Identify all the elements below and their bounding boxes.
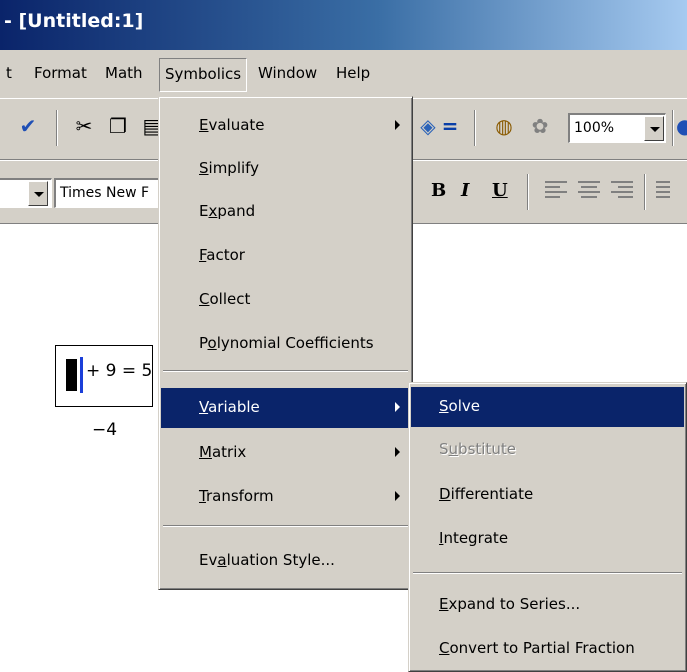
spell-check-icon[interactable]: ✔ (14, 112, 42, 140)
submenu-arrow-icon (395, 491, 400, 501)
title-bar: - [Untitled:1] (0, 0, 687, 50)
zoom-select[interactable]: 100% (568, 113, 666, 143)
solve-result: −4 (92, 420, 118, 440)
menu-separator (413, 572, 682, 574)
menu-item-matrix[interactable]: Matrix (161, 433, 410, 473)
style-select[interactable] (0, 178, 52, 208)
symbolics-menu: Evaluate Simplify Expand Factor Collect … (158, 96, 413, 590)
cut-icon[interactable]: ✂ (70, 112, 98, 140)
submenu-arrow-icon (395, 120, 400, 130)
menu-format[interactable]: Format (34, 64, 87, 82)
menu-item-expand-to-series[interactable]: Expand to Series... (411, 585, 684, 625)
font-select[interactable]: Times New F (54, 178, 164, 208)
bullet-list-icon[interactable] (656, 181, 670, 203)
menu-item-transform[interactable]: Transform (161, 477, 410, 517)
align-right-icon[interactable] (611, 181, 633, 203)
align-left-icon[interactable] (545, 181, 567, 203)
underline-button[interactable]: U (492, 180, 508, 201)
menu-item-factor[interactable]: Factor (161, 236, 410, 276)
bold-button[interactable]: B (431, 180, 446, 201)
chevron-down-icon[interactable] (644, 116, 664, 141)
menu-item-integrate[interactable]: Integrate (411, 519, 684, 559)
toolbar-separator (56, 110, 58, 146)
menu-math[interactable]: Math (105, 64, 143, 82)
font-value: Times New F (60, 185, 150, 201)
variable-submenu: Solve Substitute Differentiate Integrate… (408, 382, 687, 672)
math-region[interactable]: + 9 = 5 (55, 345, 153, 407)
menu-item-variable[interactable]: Variable (161, 388, 410, 428)
menu-item-solve[interactable]: Solve (411, 387, 684, 427)
toolbar-separator (672, 110, 674, 146)
menu-bar: t Format Math Symbolics Window Help (0, 50, 687, 98)
submenu-arrow-icon (395, 402, 400, 412)
menu-separator (163, 370, 408, 372)
equation-expression: + 9 = 5 (86, 361, 153, 381)
menu-item-simplify[interactable]: Simplify (161, 149, 410, 189)
menu-help[interactable]: Help (336, 64, 370, 82)
menu-item-differentiate[interactable]: Differentiate (411, 475, 684, 515)
selected-variable-placeholder[interactable] (66, 359, 77, 391)
component-icon[interactable]: ✿ (526, 112, 554, 140)
submenu-arrow-icon (395, 447, 400, 457)
menu-item-substitute[interactable]: Substitute (411, 430, 684, 470)
copy-icon[interactable]: ❐ (104, 112, 132, 140)
menu-separator (163, 525, 408, 527)
menu-window[interactable]: Window (258, 64, 317, 82)
menu-item-evaluate[interactable]: Evaluate (161, 106, 410, 146)
menu-file-partial[interactable]: t (6, 64, 12, 82)
menu-item-convert-to-partial-fraction[interactable]: Convert to Partial Fraction (411, 629, 684, 669)
align-center-icon[interactable] (578, 181, 600, 203)
menu-item-expand[interactable]: Expand (161, 192, 410, 232)
menu-symbolics[interactable]: Symbolics (159, 58, 248, 92)
chevron-down-icon[interactable] (28, 181, 48, 206)
resource-center-icon[interactable]: ● (676, 112, 687, 140)
window-title: - [Untitled:1] (4, 10, 144, 32)
toolbar-separator (527, 174, 529, 210)
zoom-value: 100% (574, 120, 615, 136)
toolbar-separator (474, 110, 476, 146)
menu-item-evaluation-style[interactable]: Evaluation Style... (161, 541, 410, 581)
menu-item-polynomial-coefficients[interactable]: Polynomial Coefficients (161, 324, 410, 364)
insertion-cursor (80, 357, 83, 393)
italic-button[interactable]: I (461, 180, 469, 201)
calculate-icon[interactable]: = (436, 112, 464, 140)
insert-hyperlink-icon[interactable]: ◍ (490, 112, 518, 140)
toolbar-separator (644, 174, 646, 210)
menu-item-collect[interactable]: Collect (161, 280, 410, 320)
